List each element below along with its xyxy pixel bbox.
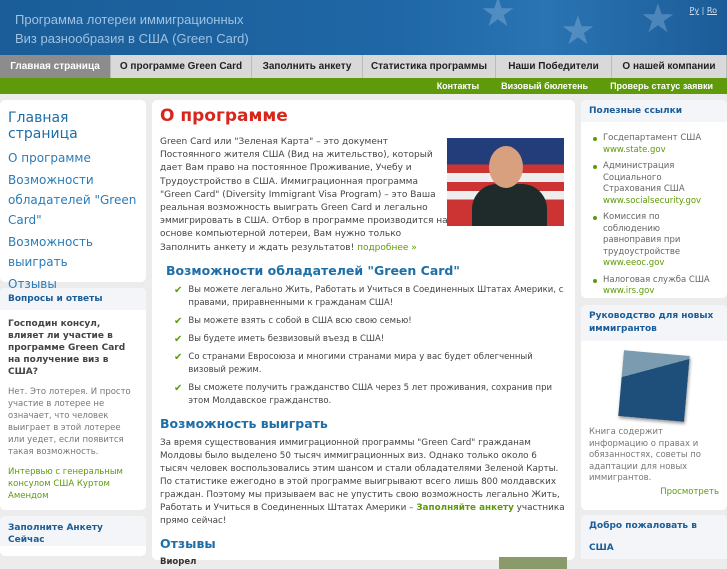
site-header: ★ ★ ★ Программа лотереи иммиграционных Ви… [0, 0, 727, 55]
qa-question: Господин консул, влияет ли участие в про… [8, 319, 126, 377]
check-icon: ✔ [174, 284, 183, 296]
nav-apply[interactable]: Заполнить анкету [252, 55, 363, 78]
main-nav: Главная страница О программе Green Card … [0, 55, 727, 78]
list-item: ✔ Вы можете взять с собой в США всю свою … [174, 315, 567, 328]
qa-box: Вопросы и ответы Господин консул, влияет… [0, 288, 146, 510]
guide-book-image[interactable] [618, 350, 690, 422]
qa-title: Вопросы и ответы [0, 288, 146, 310]
link-item: Налоговая служба США www.irs.gov [581, 275, 727, 298]
title-line: Виз разнообразия в США (Green Card) [15, 31, 249, 46]
main-content: О программе Green Card или "Зеленая Карт… [152, 100, 575, 569]
list-item: ✔ Вы будете иметь безвизовый въезд в США! [174, 333, 567, 346]
list-item: ✔ Вы можете легально Жить, Работать и Учи… [174, 284, 567, 310]
language-switcher: Ру | Ro [690, 6, 717, 15]
qa-interview-link[interactable]: Интервью с генеральным консулом США Курт… [0, 458, 146, 502]
list-item: ✔ Со странами Евросоюза и многими странам… [174, 351, 567, 377]
check-icon: ✔ [174, 315, 183, 327]
link-url[interactable]: www.state.gov [603, 145, 719, 157]
link-item: Комиссия по соблюдению равноправия при т… [581, 212, 727, 270]
apply-link[interactable]: Заполняйте анкету [416, 503, 514, 513]
benefit-text: Вы сможете получить гражданство США чере… [188, 382, 553, 406]
link-name: Госдепартамент США [603, 133, 702, 143]
more-link[interactable]: подробнее » [357, 243, 417, 253]
benefit-text: Вы можете взять с собой в США всю свою с… [188, 315, 412, 326]
sub-nav: Контакты Визовый бюлетень Проверь статус… [0, 78, 727, 94]
welcome-title: Добро пожаловать в США [581, 515, 727, 559]
guide-box: Руководство для новых иммигрантов Книга … [581, 305, 727, 510]
benefit-text: Вы будете иметь безвизовый въезд в США! [188, 333, 385, 344]
link-item: Администрация Социального Страхования СШ… [581, 161, 727, 207]
guide-view-link[interactable]: Просмотреть [581, 485, 727, 499]
link-name: Налоговая служба США [603, 274, 710, 285]
left-nav-item[interactable]: Возможности обладателей "Green Card" [8, 170, 138, 230]
winner-photo [447, 138, 564, 226]
reviews-title: Отзывы [160, 535, 216, 551]
win-title: Возможность выиграть [160, 415, 328, 431]
list-item: ✔ Вы сможете получить гражданство США чер… [174, 382, 567, 408]
subnav-contacts[interactable]: Контакты [437, 78, 479, 94]
nav-home[interactable]: Главная страница [0, 55, 111, 78]
left-nav-item[interactable]: Возможность выиграть [8, 232, 138, 272]
benefits-title: Возможности обладателей "Green Card" [166, 262, 460, 278]
intro-text: Green Card или "Зеленая Карта" – это док… [160, 136, 450, 255]
nav-winners[interactable]: Наши Победители [496, 55, 612, 78]
nav-stats[interactable]: Статистика программы [363, 55, 496, 78]
links-title: Полезные ссылки [581, 100, 727, 122]
lang-ro[interactable]: Ro [707, 6, 717, 15]
useful-links-box: Полезные ссылки Госдепартамент США www.st… [581, 100, 727, 298]
star-icon: ★ [560, 8, 596, 54]
lang-ru[interactable]: Ру [690, 6, 700, 15]
benefit-text: Вы можете легально Жить, Работать и Учит… [188, 284, 564, 308]
left-nav-heading[interactable]: Главная страница [8, 110, 138, 142]
link-url[interactable]: www.irs.gov [603, 286, 719, 298]
review-photo [499, 556, 567, 569]
review-author: Виорел [160, 556, 197, 567]
welcome-box: Добро пожаловать в США [581, 515, 727, 559]
link-url[interactable]: www.socialsecurity.gov [603, 196, 719, 208]
win-body: За время существования иммиграционной пр… [160, 437, 560, 513]
star-icon: ★ [640, 0, 676, 42]
fill-form-box: Заполните Анкету Сейчас [0, 516, 146, 556]
qa-answer: Нет. Это лотерея. И просто участие в лот… [8, 387, 131, 457]
fill-form-title[interactable]: Заполните Анкету Сейчас [0, 516, 146, 546]
nav-about[interactable]: О программе Green Card [111, 55, 252, 78]
page-title: О программе [160, 106, 288, 126]
review: Виорел [160, 556, 567, 569]
check-icon: ✔ [174, 382, 183, 394]
separator: | [701, 6, 705, 15]
subnav-check-status[interactable]: Проверь статус заявки [610, 78, 713, 94]
check-icon: ✔ [174, 351, 183, 363]
check-icon: ✔ [174, 333, 183, 345]
link-name: Администрация Социального Страхования СШ… [603, 161, 685, 194]
title-line: Программа лотереи иммиграционных [15, 12, 244, 27]
guide-title: Руководство для новых иммигрантов [581, 305, 727, 341]
benefits-list: ✔ Вы можете легально Жить, Работать и Учи… [160, 284, 567, 408]
nav-company[interactable]: О нашей компании [612, 55, 727, 78]
site-title: Программа лотереи иммиграционных Виз разн… [15, 10, 249, 48]
win-text: За время существования иммиграционной пр… [160, 437, 567, 528]
star-icon: ★ [480, 0, 516, 36]
subnav-visa-bulletin[interactable]: Визовый бюлетень [501, 78, 588, 94]
intro-body: Green Card или "Зеленая Карта" – это док… [160, 137, 448, 253]
left-nav-item[interactable]: О программе [8, 148, 138, 168]
left-nav: Главная страница О программе Возможности… [0, 100, 146, 291]
guide-text: Книга содержит информацию о правах и обя… [589, 427, 702, 483]
link-name: Комиссия по соблюдению равноправия при т… [603, 212, 681, 257]
benefit-text: Со странами Евросоюза и многими странами… [188, 351, 533, 375]
link-url[interactable]: www.eeoc.gov [603, 258, 719, 270]
link-item: Госдепартамент США www.state.gov [581, 133, 727, 156]
